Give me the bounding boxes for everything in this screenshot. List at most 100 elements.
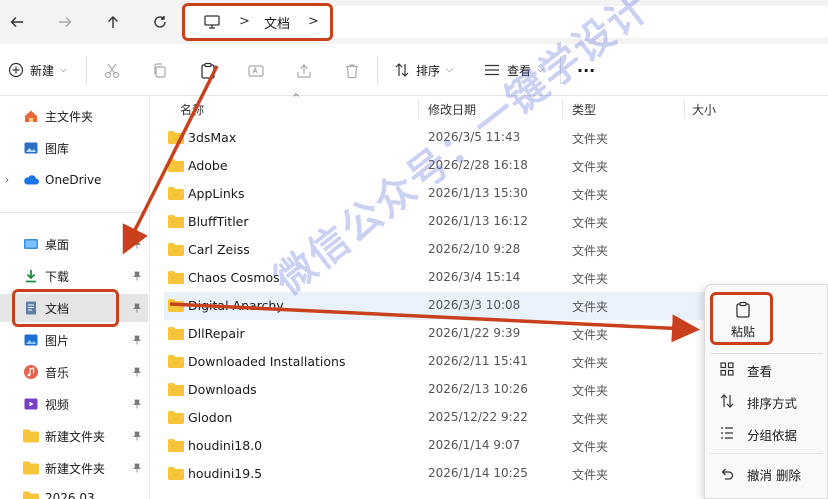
sidebar-item-2026-03[interactable]: 2026.03	[0, 484, 148, 499]
folder-icon	[168, 159, 184, 172]
delete-icon[interactable]	[343, 62, 361, 80]
sidebar-item-desktop[interactable]: 桌面	[0, 230, 148, 258]
file-row[interactable]: DllRepair 2026/1/22 9:39 文件夹	[164, 320, 704, 348]
cut-icon[interactable]	[103, 62, 121, 80]
file-date: 2026/1/13 16:12	[428, 214, 528, 228]
share-icon[interactable]	[295, 62, 313, 80]
sort-arrows-icon	[395, 63, 409, 77]
file-type: 文件夹	[572, 272, 609, 286]
chevron-right-icon[interactable]: ›	[5, 175, 9, 186]
file-row[interactable]: Digital Anarchy 2026/3/3 10:08 文件夹	[164, 292, 704, 320]
annotation-highlight-documents	[12, 289, 119, 327]
pictures-icon	[24, 334, 38, 346]
file-name: Glodon	[188, 410, 233, 425]
music-icon	[24, 365, 38, 379]
sidebar-item-videos[interactable]: 视频	[0, 390, 148, 418]
pin-icon[interactable]	[132, 463, 142, 473]
sort-icon	[720, 394, 734, 408]
file-name: Downloads	[188, 382, 257, 397]
pin-icon[interactable]	[132, 335, 142, 345]
file-row[interactable]: Downloads 2026/2/13 10:26 文件夹	[164, 376, 704, 404]
file-date: 2026/2/13 10:26	[428, 382, 528, 396]
address-row: > 文档 >	[0, 0, 828, 44]
back-button[interactable]	[5, 10, 29, 34]
forward-button[interactable]	[53, 10, 77, 34]
folder-icon	[168, 467, 184, 480]
file-row[interactable]: Chaos Cosmos 2026/3/4 15:14 文件夹	[164, 264, 704, 292]
file-row[interactable]: Downloaded Installations 2026/2/11 15:41 文…	[164, 348, 704, 376]
folder-icon	[168, 411, 184, 424]
sidebar-item-home[interactable]: 主文件夹	[0, 102, 148, 130]
sidebar-item-onedrive[interactable]: › OneDrive	[0, 166, 148, 194]
folder-icon	[23, 491, 39, 499]
sidebar-item-downloads[interactable]: 下载	[0, 262, 148, 290]
file-row[interactable]: houdini19.5 2026/1/14 10:25 文件夹	[164, 460, 704, 488]
pin-icon[interactable]	[132, 271, 142, 281]
file-type: 文件夹	[572, 132, 609, 146]
chevron-down-icon: ⌵	[60, 65, 67, 75]
menu-item-sort-by[interactable]: 排序方式	[705, 386, 828, 416]
copy-icon[interactable]	[151, 62, 169, 80]
cloud-icon	[24, 175, 39, 185]
file-type: 文件夹	[572, 300, 609, 314]
file-row[interactable]: BluffTitler 2026/1/13 16:12 文件夹	[164, 208, 704, 236]
file-name: Digital Anarchy	[188, 298, 284, 313]
pin-icon[interactable]	[132, 431, 142, 441]
column-divider[interactable]	[562, 100, 563, 118]
file-name: Downloaded Installations	[188, 354, 346, 369]
sidebar-item-gallery[interactable]: 图库	[0, 134, 148, 162]
sidebar-divider	[0, 212, 148, 213]
folder-icon	[168, 215, 184, 228]
new-button[interactable]: 新建 ⌵	[8, 44, 67, 96]
pin-icon[interactable]	[132, 399, 142, 409]
paste-icon[interactable]	[199, 62, 217, 80]
folder-icon	[168, 383, 184, 396]
video-icon	[24, 398, 38, 410]
desktop-icon	[24, 239, 38, 249]
menu-item-group-by[interactable]: 分组依据	[705, 418, 828, 448]
menu-item-undo-delete[interactable]: 撤消 删除	[705, 458, 828, 488]
pin-icon[interactable]	[132, 303, 142, 313]
grid-icon	[720, 362, 734, 376]
column-header-size[interactable]: 大小	[692, 101, 716, 118]
file-date: 2026/1/14 9:07	[428, 438, 521, 452]
sidebar-item-music[interactable]: 音乐	[0, 358, 148, 386]
gallery-icon	[24, 142, 38, 154]
back-arrow-icon	[10, 17, 23, 27]
sidebar-item-pictures[interactable]: 图片	[0, 326, 148, 354]
menu-item-view[interactable]: 查看	[705, 354, 828, 384]
file-type: 文件夹	[572, 468, 609, 482]
file-type: 文件夹	[572, 244, 609, 258]
command-bar: 新建 ⌵ 排序 ⌵ 查看 ⌵ ···	[0, 44, 828, 96]
file-date: 2025/12/22 9:22	[428, 410, 528, 424]
column-header-name[interactable]: 名称	[180, 101, 204, 118]
sort-label: 排序	[416, 63, 441, 78]
pin-icon[interactable]	[132, 367, 142, 377]
file-row[interactable]: Carl Zeiss 2026/2/10 9:28 文件夹	[164, 236, 704, 264]
pin-icon[interactable]	[132, 239, 142, 249]
annotation-highlight-paste	[710, 292, 773, 345]
rename-icon[interactable]	[247, 62, 265, 80]
file-type: 文件夹	[572, 216, 609, 230]
refresh-icon	[154, 16, 166, 28]
file-name: BluffTitler	[188, 214, 249, 229]
folder-icon	[23, 429, 39, 443]
file-row[interactable]: Glodon 2025/12/22 9:22 文件夹	[164, 404, 704, 432]
file-name: Adobe	[188, 158, 228, 173]
sort-button[interactable]: 排序 ⌵	[394, 44, 453, 96]
file-row[interactable]: houdini18.0 2026/1/14 9:07 文件夹	[164, 432, 704, 460]
sidebar-item-new-folder-2[interactable]: 新建文件夹	[0, 454, 148, 482]
file-date: 2026/2/10 9:28	[428, 242, 521, 256]
menu-divider	[711, 453, 823, 454]
file-type: 文件夹	[572, 356, 609, 370]
file-type: 文件夹	[572, 440, 609, 454]
folder-icon	[168, 327, 184, 340]
file-name: DllRepair	[188, 326, 245, 341]
column-divider[interactable]	[684, 100, 685, 118]
column-divider[interactable]	[418, 100, 419, 118]
sidebar-item-new-folder[interactable]: 新建文件夹	[0, 422, 148, 450]
refresh-button[interactable]	[148, 10, 172, 34]
up-button[interactable]	[101, 10, 125, 34]
toolbar-divider	[86, 56, 87, 84]
column-header-type[interactable]: 类型	[572, 101, 596, 118]
